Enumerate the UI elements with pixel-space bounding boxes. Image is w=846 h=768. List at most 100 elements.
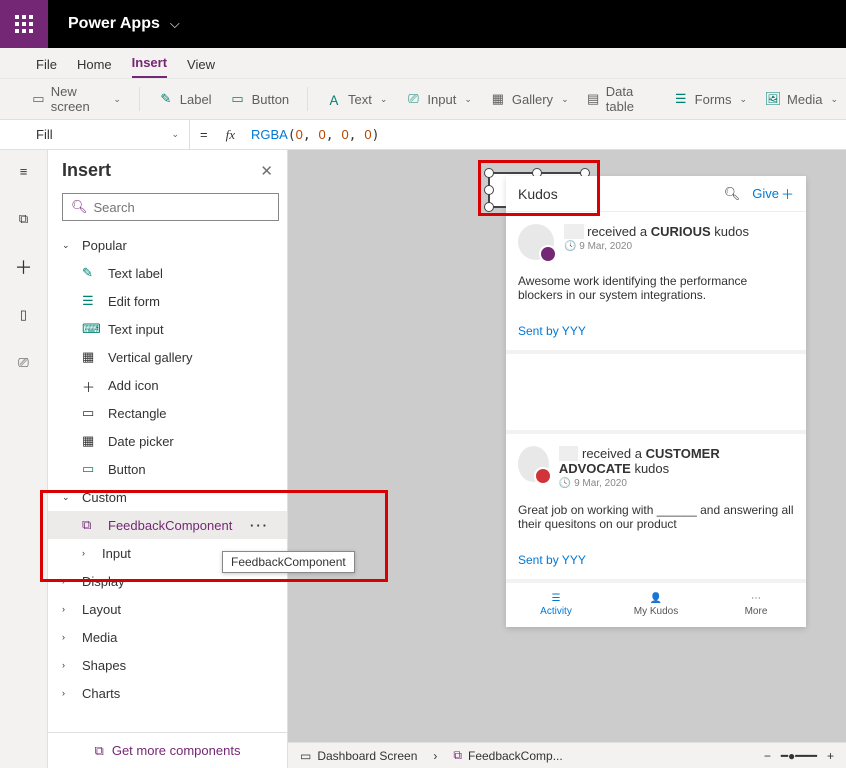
left-rail: ≡ ⧉ ＋ ▯ ⎚ bbox=[0, 150, 48, 768]
formula-input[interactable]: RGBA(0, 0, 0, 0) bbox=[243, 127, 846, 143]
chevron-down-icon: ⌄ bbox=[171, 129, 179, 140]
group-layout[interactable]: ›Layout bbox=[48, 595, 287, 623]
title-bar: Power Apps ⌵ bbox=[0, 0, 846, 48]
close-icon[interactable]: ✕ bbox=[260, 162, 273, 180]
chevron-right-icon: › bbox=[62, 576, 72, 586]
new-screen-button[interactable]: ▭ New screen ⌄ bbox=[32, 84, 121, 114]
item-text-input[interactable]: ⌨Text input bbox=[48, 315, 287, 343]
breadcrumb-screen[interactable]: ▭Dashboard Screen bbox=[300, 749, 417, 763]
app-menu-chevron-icon[interactable]: ⌵ bbox=[170, 16, 180, 32]
group-custom[interactable]: ⌄ Custom bbox=[48, 483, 287, 511]
give-button[interactable]: Give ＋ bbox=[752, 184, 794, 203]
menu-view[interactable]: View bbox=[187, 53, 215, 78]
more-icon[interactable]: ··· bbox=[250, 518, 273, 533]
kudo-headline: xxx received a CURIOUS kudos bbox=[564, 224, 749, 239]
app-launcher-icon[interactable] bbox=[0, 0, 48, 48]
app-header-title: Kudos bbox=[518, 186, 712, 202]
group-label: Custom bbox=[82, 490, 127, 505]
panel-header: Insert ✕ bbox=[48, 150, 287, 187]
chevron-down-icon: ⌄ bbox=[380, 94, 388, 105]
more-icon: ⋯ bbox=[751, 593, 761, 604]
group-media[interactable]: ›Media bbox=[48, 623, 287, 651]
canvas[interactable]: Kudos 🔍︎ Give ＋ xxx received a CURIOUS k… bbox=[288, 150, 846, 768]
kudo-sent-by: Sent by YYY bbox=[518, 553, 794, 567]
item-date-picker[interactable]: ▦Date picker bbox=[48, 427, 287, 455]
gallery-label: Gallery bbox=[512, 92, 553, 107]
button-icon: ▭ bbox=[230, 91, 246, 107]
rail-settings-icon[interactable]: ⎚ bbox=[8, 348, 40, 378]
status-bar: ▭Dashboard Screen › ⧉FeedbackComp... − ━… bbox=[288, 742, 846, 768]
group-popular[interactable]: ⌄ Popular bbox=[48, 231, 287, 259]
menu-bar: File Home Insert View bbox=[0, 48, 846, 78]
input-icon: ⌨ bbox=[82, 321, 98, 337]
nav-activity[interactable]: ☰Activity bbox=[506, 583, 606, 627]
input-dropdown[interactable]: ⎚ Input ⌄ bbox=[405, 91, 471, 107]
forms-icon: ☰ bbox=[673, 91, 689, 107]
zoom-controls: − ━●━━━ + bbox=[764, 749, 834, 763]
search-input[interactable]: 🔍︎ bbox=[62, 193, 279, 221]
zoom-in-button[interactable]: + bbox=[827, 749, 834, 763]
form-icon: ☰ bbox=[82, 293, 98, 309]
kudo-headline: xxx received a CUSTOMER ADVOCATE kudos bbox=[559, 446, 794, 476]
label-button[interactable]: ✎ Label bbox=[158, 91, 212, 107]
media-icon: 🖼 bbox=[765, 91, 781, 107]
item-vertical-gallery[interactable]: ▦Vertical gallery bbox=[48, 343, 287, 371]
group-label: Display bbox=[82, 574, 125, 589]
chevron-down-icon: ⌄ bbox=[740, 94, 748, 105]
gallery-dropdown[interactable]: ▦ Gallery ⌄ bbox=[490, 91, 569, 107]
tooltip: FeedbackComponent bbox=[222, 551, 355, 573]
rail-layers-icon[interactable]: ⧉ bbox=[8, 204, 40, 234]
item-add-icon[interactable]: ＋Add icon bbox=[48, 371, 287, 399]
data-table-button[interactable]: ▤ Data table bbox=[587, 84, 655, 114]
zoom-slider[interactable]: ━●━━━ bbox=[781, 749, 817, 763]
item-edit-form[interactable]: ☰Edit form bbox=[48, 287, 287, 315]
new-screen-label: New screen bbox=[51, 84, 106, 114]
group-shapes[interactable]: ›Shapes bbox=[48, 651, 287, 679]
rail-data-icon[interactable]: ▯ bbox=[8, 300, 40, 330]
item-rectangle[interactable]: ▭Rectangle bbox=[48, 399, 287, 427]
group-label: Charts bbox=[82, 686, 120, 701]
input-label: Input bbox=[427, 92, 456, 107]
get-more-components[interactable]: ⧉ Get more components bbox=[48, 732, 287, 768]
item-feedback-component[interactable]: ⧉ FeedbackComponent ··· bbox=[48, 511, 287, 539]
forms-dropdown[interactable]: ☰ Forms ⌄ bbox=[673, 91, 747, 107]
group-charts[interactable]: ›Charts bbox=[48, 679, 287, 707]
calendar-icon: ▦ bbox=[82, 433, 98, 449]
zoom-out-button[interactable]: − bbox=[764, 749, 771, 763]
screen-icon: ▭ bbox=[32, 91, 45, 107]
insert-panel: Insert ✕ 🔍︎ ⋮ ⌄ Popular ✎Text label ☰Edi… bbox=[48, 150, 288, 768]
button-button[interactable]: ▭ Button bbox=[230, 91, 290, 107]
kudo-body: Awesome work identifying the performance… bbox=[518, 274, 794, 302]
table-icon: ▤ bbox=[587, 91, 600, 107]
rail-add-icon[interactable]: ＋ bbox=[8, 252, 40, 282]
footer-label: Get more components bbox=[112, 743, 241, 758]
text-dropdown[interactable]: Ａ Text ⌄ bbox=[326, 91, 387, 107]
chevron-down-icon: ⌄ bbox=[830, 94, 838, 105]
kudo-card: xxx received a CURIOUS kudos 🕓 9 Mar, 20… bbox=[506, 212, 806, 354]
nav-my-kudos[interactable]: 👤My Kudos bbox=[606, 583, 706, 627]
search-icon[interactable]: 🔍︎ bbox=[724, 186, 741, 202]
chevron-down-icon: ⌄ bbox=[561, 94, 569, 105]
group-label: Popular bbox=[82, 238, 127, 253]
chevron-down-icon: ⌄ bbox=[113, 94, 121, 105]
kudo-sent-by: Sent by YYY bbox=[518, 324, 794, 338]
breadcrumb-component[interactable]: ⧉FeedbackComp... bbox=[453, 748, 562, 763]
kudo-body: Great job on working with ______ and ans… bbox=[518, 503, 794, 531]
rail-hamburger-icon[interactable]: ≡ bbox=[8, 156, 40, 186]
menu-insert[interactable]: Insert bbox=[132, 51, 167, 78]
panel-title: Insert bbox=[62, 160, 111, 181]
app-preview[interactable]: Kudos 🔍︎ Give ＋ xxx received a CURIOUS k… bbox=[506, 176, 806, 627]
menu-file[interactable]: File bbox=[36, 53, 57, 78]
menu-home[interactable]: Home bbox=[77, 53, 112, 78]
chevron-down-icon: ⌄ bbox=[62, 240, 72, 251]
search-field[interactable] bbox=[94, 200, 270, 215]
item-button[interactable]: ▭Button bbox=[48, 455, 287, 483]
text-label: Text bbox=[348, 92, 372, 107]
media-dropdown[interactable]: 🖼 Media ⌄ bbox=[765, 91, 838, 107]
item-text-label[interactable]: ✎Text label bbox=[48, 259, 287, 287]
property-selector[interactable]: Fill ⌄ bbox=[0, 120, 190, 149]
formula-bar: Fill ⌄ = fx RGBA(0, 0, 0, 0) bbox=[0, 120, 846, 150]
chevron-right-icon: › bbox=[62, 604, 72, 614]
button-icon: ▭ bbox=[82, 461, 98, 477]
nav-more[interactable]: ⋯More bbox=[706, 583, 806, 627]
